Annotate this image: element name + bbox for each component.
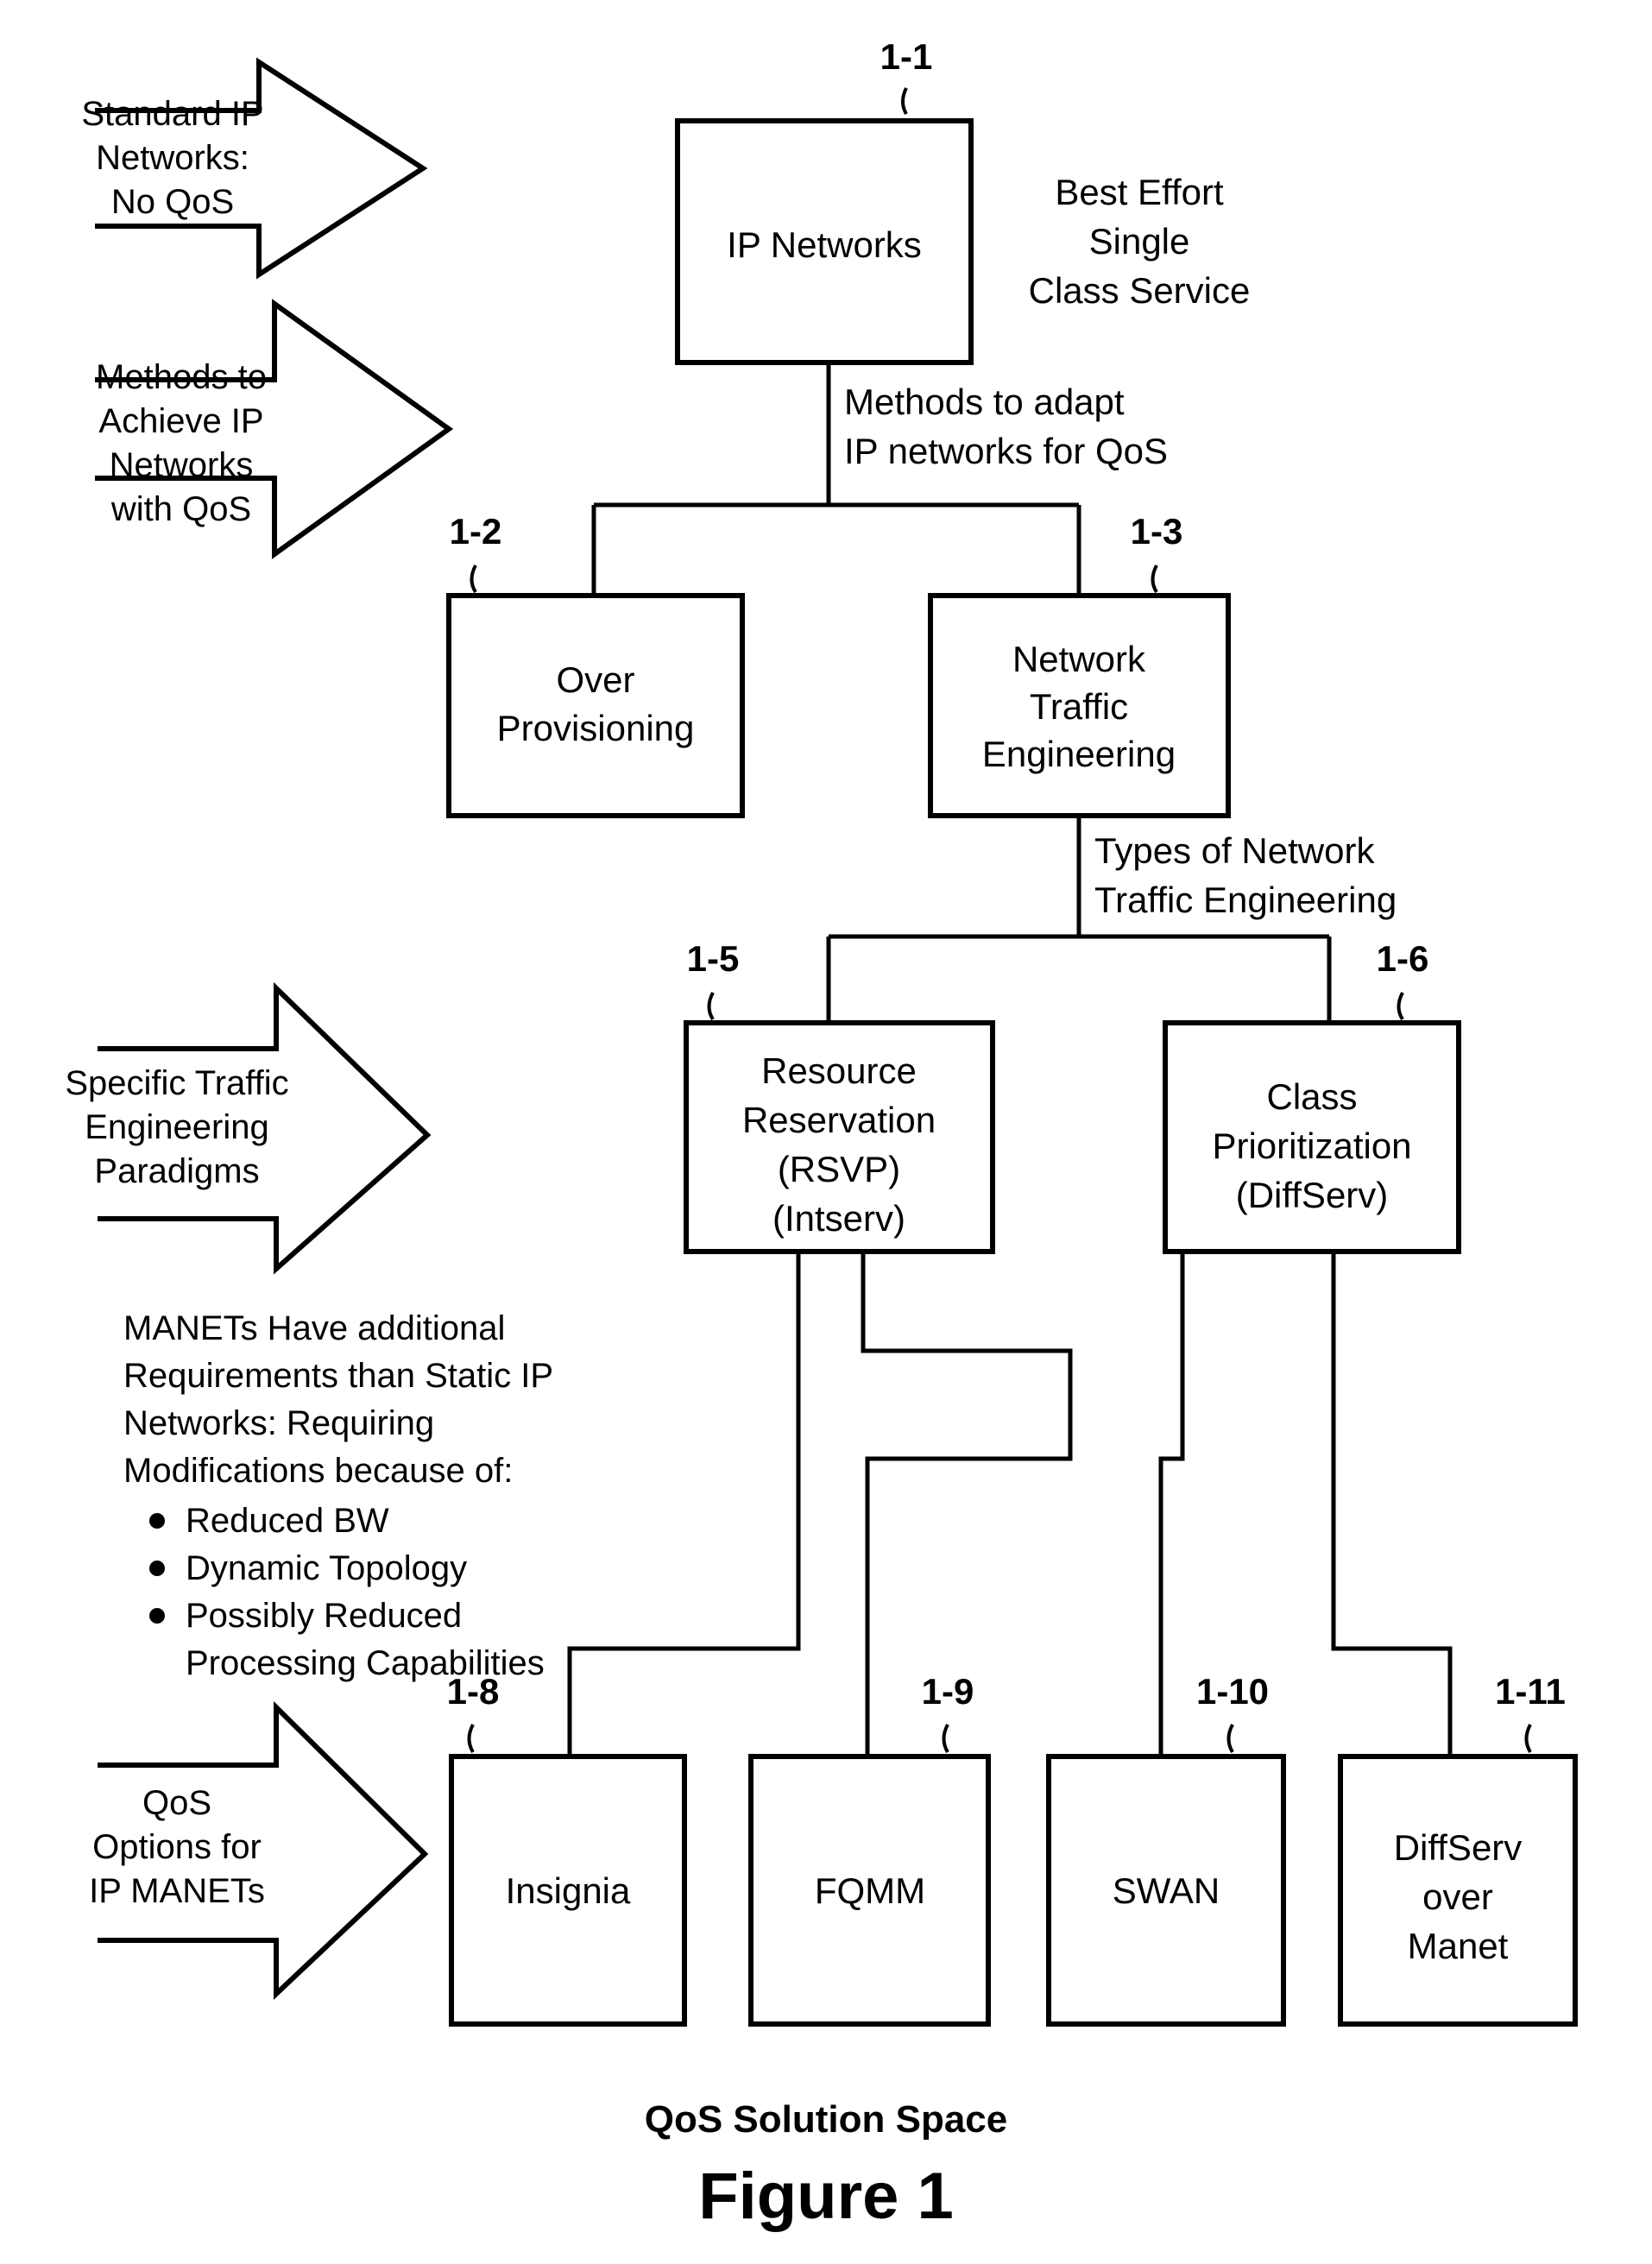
annotation-line: Class Service	[1029, 270, 1251, 311]
ref-leader-1-6: 1-6	[1377, 938, 1429, 1021]
figure-caption: QoS Solution Space Figure 1	[645, 2098, 1008, 2233]
ref-leader-1-2: 1-2	[450, 511, 502, 594]
note-bullet-line: Reduced BW	[186, 1502, 389, 1540]
ref-number: 1-10	[1196, 1671, 1269, 1712]
ref-leader-1-1: 1-1	[880, 36, 933, 115]
caption-title: Figure 1	[698, 2160, 954, 2233]
ref-number: 1-2	[450, 511, 502, 552]
node-label-line: Over	[556, 659, 634, 700]
annotation-line: Traffic Engineering	[1094, 880, 1397, 920]
node-class-prioritization[interactable]: Class Prioritization (DiffServ)	[1163, 1020, 1461, 1254]
annotation-best-effort: Best Effort Single Class Service	[1029, 172, 1251, 311]
band-arrow-standard-ip-networks: Standard IP Networks: No QoS	[81, 57, 428, 280]
node-diffserv-over-manet[interactable]: DiffServ over Manet	[1338, 1754, 1578, 2027]
node-label-line: (Intserv)	[772, 1198, 905, 1239]
band-arrow-label-line: Standard IP	[81, 95, 263, 133]
patent-figure-1: Standard IP Networks: No QoS Methods to …	[0, 0, 1652, 2264]
node-label-line: DiffServ	[1394, 1827, 1523, 1868]
node-label-line: Insignia	[506, 1870, 631, 1911]
node-label-line: SWAN	[1113, 1870, 1220, 1911]
node-label-line: Provisioning	[497, 708, 695, 748]
node-label-line: (DiffServ)	[1236, 1175, 1389, 1215]
ref-leader-1-5: 1-5	[687, 938, 740, 1021]
node-over-provisioning[interactable]: Over Provisioning	[446, 593, 745, 818]
note-paragraph-line: Networks: Requiring	[123, 1404, 434, 1442]
band-arrow-label-line: Paradigms	[94, 1152, 259, 1190]
note-paragraph-line: MANETs Have additional	[123, 1309, 505, 1347]
annotation-methods-to-adapt: Methods to adapt IP networks for QoS	[844, 382, 1168, 471]
node-label-line: Resource	[761, 1050, 917, 1091]
node-resource-reservation[interactable]: Resource Reservation (RSVP) (Intserv)	[684, 1020, 995, 1254]
node-label-line: Prioritization	[1212, 1126, 1411, 1166]
connector-rsvp-to-insignia	[567, 1252, 801, 1756]
node-insignia[interactable]: Insignia	[449, 1754, 687, 2027]
node-label-line: Traffic	[1030, 686, 1128, 727]
node-label-line: Network	[1012, 639, 1146, 679]
bullet-marker-icon	[149, 1608, 165, 1624]
manet-requirements-note: MANETs Have additional Requirements than…	[123, 1309, 553, 1682]
annotation-line: Best Effort	[1055, 172, 1224, 212]
node-label-line: IP Networks	[727, 224, 922, 265]
note-paragraph-line: Requirements than Static IP	[123, 1357, 553, 1395]
note-bullet-line: Possibly Reduced	[186, 1597, 462, 1635]
caption-subtitle: QoS Solution Space	[645, 2098, 1008, 2141]
ref-leader-1-8: 1-8	[447, 1671, 499, 1754]
ref-leader-1-11: 1-11	[1495, 1671, 1566, 1754]
node-swan[interactable]: SWAN	[1046, 1754, 1286, 2027]
note-bullet-line: Processing Capabilities	[186, 1644, 545, 1682]
ref-number: 1-5	[687, 938, 740, 979]
band-arrow-label-line: Engineering	[85, 1108, 269, 1146]
annotation-line: IP networks for QoS	[844, 431, 1168, 471]
connector-diffserv-to-dsmanet	[1331, 1252, 1453, 1756]
node-label-line: Engineering	[982, 734, 1176, 774]
annotation-line: Types of Network	[1094, 830, 1375, 871]
band-arrow-label-line: Methods to	[96, 358, 267, 396]
connector-diffserv-to-swan	[1158, 1252, 1185, 1756]
ref-leader-1-9: 1-9	[922, 1671, 974, 1754]
node-label-line: Class	[1266, 1076, 1357, 1117]
ref-number: 1-11	[1495, 1671, 1566, 1712]
ref-leader-1-3: 1-3	[1131, 511, 1183, 594]
ref-number: 1-3	[1131, 511, 1183, 552]
ref-number: 1-1	[880, 36, 933, 77]
node-label-line: over	[1422, 1876, 1493, 1917]
node-ip-networks[interactable]: IP Networks	[675, 118, 974, 365]
ref-number: 1-6	[1377, 938, 1429, 979]
band-arrow-label-line: Specific Traffic	[65, 1064, 288, 1102]
band-arrow-specific-traffic-paradigms: Specific Traffic Engineering Paradigms	[65, 981, 432, 1275]
band-arrow-qos-options-manets: QoS Options for IP MANETs	[89, 1700, 429, 2000]
band-arrow-label-line: QoS	[142, 1784, 211, 1822]
node-label-line: Reservation	[742, 1100, 936, 1140]
band-arrow-label-line: Networks	[110, 446, 254, 484]
band-arrow-label-line: Achieve IP	[98, 402, 263, 440]
note-bullet-line: Dynamic Topology	[186, 1549, 467, 1587]
ref-number: 1-9	[922, 1671, 974, 1712]
annotation-types-of-traffic-engineering: Types of Network Traffic Engineering	[1094, 830, 1397, 920]
band-arrow-label-line: Options for	[92, 1828, 262, 1866]
node-fqmm[interactable]: FQMM	[748, 1754, 991, 2027]
node-network-traffic-engineering[interactable]: Network Traffic Engineering	[928, 593, 1231, 818]
qos-solution-space-diagram: Standard IP Networks: No QoS Methods to …	[65, 36, 1578, 2233]
node-label-line: FQMM	[815, 1870, 925, 1911]
annotation-line: Methods to adapt	[844, 382, 1125, 422]
note-paragraph-line: Modifications because of:	[123, 1452, 513, 1490]
node-label-line: Manet	[1408, 1926, 1509, 1966]
band-arrow-label-line: No QoS	[111, 183, 234, 221]
band-arrow-label-line: with QoS	[110, 490, 251, 528]
bullet-marker-icon	[149, 1561, 165, 1576]
band-arrow-methods-achieve-qos: Methods to Achieve IP Networks with QoS	[95, 299, 454, 559]
band-arrow-label-line: Networks:	[96, 139, 249, 177]
ref-leader-1-10: 1-10	[1196, 1671, 1269, 1754]
node-label-line: (RSVP)	[778, 1149, 900, 1189]
band-arrow-label-line: IP MANETs	[89, 1872, 265, 1910]
bullet-marker-icon	[149, 1513, 165, 1529]
annotation-line: Single	[1089, 221, 1190, 262]
